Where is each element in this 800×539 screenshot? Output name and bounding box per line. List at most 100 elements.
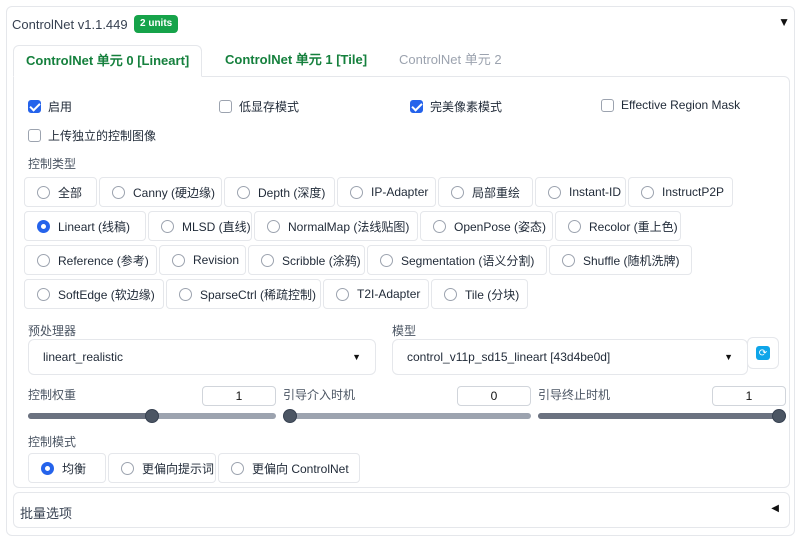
radio-selected-icon bbox=[37, 219, 50, 233]
control-type-label: 控制类型 bbox=[28, 157, 77, 171]
control-type-normalmap[interactable]: NormalMap (法线贴图) bbox=[254, 211, 418, 241]
radio-icon bbox=[37, 185, 50, 199]
radio-icon bbox=[641, 185, 654, 199]
checkbox-unchecked-icon bbox=[219, 100, 232, 113]
control-type-revision[interactable]: Revision bbox=[159, 245, 246, 275]
guidance-start-label: 引导介入时机 bbox=[283, 388, 356, 402]
radio-icon bbox=[37, 287, 50, 301]
tab-unit-2[interactable]: ControlNet 单元 2 bbox=[387, 45, 514, 77]
low-vram-checkbox[interactable]: 低显存模式 bbox=[219, 98, 299, 115]
slider-handle[interactable] bbox=[772, 409, 786, 423]
control-type-t2i-adapter[interactable]: T2I-Adapter bbox=[323, 279, 429, 309]
radio-icon bbox=[562, 253, 575, 267]
radio-icon bbox=[451, 185, 464, 199]
low-vram-label: 低显存模式 bbox=[239, 100, 300, 114]
control-mode-balanced[interactable]: 均衡 bbox=[28, 453, 106, 483]
control-type-tile[interactable]: Tile (分块) bbox=[431, 279, 528, 309]
tab-unit-0[interactable]: ControlNet 单元 0 [Lineart] bbox=[13, 45, 203, 77]
radio-icon bbox=[336, 287, 349, 301]
upload-independent-checkbox[interactable]: 上传独立的控制图像 bbox=[28, 127, 156, 144]
model-dropdown[interactable]: control_v11p_sd15_lineart [43d4be0d] ▼ bbox=[392, 339, 748, 375]
control-weight-slider[interactable] bbox=[28, 409, 276, 423]
radio-icon bbox=[237, 185, 250, 199]
checkbox-unchecked-icon bbox=[601, 98, 614, 112]
radio-selected-icon bbox=[41, 461, 54, 475]
radio-icon bbox=[172, 253, 185, 267]
model-value: control_v11p_sd15_lineart [43d4be0d] bbox=[407, 350, 611, 364]
batch-options-label: 批量选项 bbox=[20, 506, 73, 521]
control-weight-input[interactable]: 1 bbox=[202, 386, 276, 406]
unit-tabs: ControlNet 单元 0 [Lineart] ControlNet 单元 … bbox=[13, 45, 788, 77]
preprocessor-dropdown[interactable]: lineart_realistic ▼ bbox=[28, 339, 376, 375]
effective-region-mask-label: Effective Region Mask bbox=[621, 98, 741, 112]
control-type-mlsd[interactable]: MLSD (直线) bbox=[148, 211, 252, 241]
checkbox-unchecked-icon bbox=[28, 129, 41, 142]
control-type-recolor[interactable]: Recolor (重上色) bbox=[555, 211, 681, 241]
tab-unit-1[interactable]: ControlNet 单元 1 [Tile] bbox=[213, 45, 379, 77]
control-type-openpose[interactable]: OpenPose (姿态) bbox=[420, 211, 553, 241]
control-mode-prompt[interactable]: 更偏向提示词 bbox=[108, 453, 216, 483]
refresh-models-button[interactable]: ⟳ bbox=[747, 337, 779, 369]
radio-icon bbox=[380, 253, 393, 267]
triangle-down-icon[interactable]: ▼ bbox=[778, 15, 790, 29]
effective-region-mask-checkbox[interactable]: Effective Region Mask bbox=[601, 98, 740, 112]
control-type-scribble[interactable]: Scribble (涂鸦) bbox=[248, 245, 365, 275]
control-type-depth[interactable]: Depth (深度) bbox=[224, 177, 335, 207]
control-type-softedge[interactable]: SoftEdge (软边缘) bbox=[24, 279, 164, 309]
radio-icon bbox=[261, 253, 274, 267]
control-mode-label: 控制模式 bbox=[28, 435, 77, 449]
upload-independent-label: 上传独立的控制图像 bbox=[48, 129, 157, 143]
control-type-segmentation[interactable]: Segmentation (语义分割) bbox=[367, 245, 547, 275]
radio-icon bbox=[548, 185, 561, 199]
control-type-instructp2p[interactable]: InstructP2P bbox=[628, 177, 733, 207]
panel-header[interactable]: ControlNet v1.1.449 2 units ▼ bbox=[7, 7, 794, 41]
radio-icon bbox=[121, 461, 134, 475]
control-type-all[interactable]: 全部 bbox=[24, 177, 97, 207]
control-type-instant-id[interactable]: Instant-ID bbox=[535, 177, 626, 207]
slider-handle[interactable] bbox=[283, 409, 297, 423]
control-type-shuffle[interactable]: Shuffle (随机洗牌) bbox=[549, 245, 692, 275]
refresh-icon: ⟳ bbox=[756, 346, 770, 360]
preprocessor-value: lineart_realistic bbox=[43, 350, 124, 364]
radio-icon bbox=[179, 287, 192, 301]
units-badge: 2 units bbox=[134, 15, 179, 33]
radio-icon bbox=[161, 219, 174, 233]
control-weight-label: 控制权重 bbox=[28, 388, 77, 402]
enable-checkbox[interactable]: 启用 bbox=[28, 98, 72, 115]
radio-icon bbox=[231, 461, 244, 475]
chevron-down-icon: ▼ bbox=[352, 352, 361, 362]
slider-handle[interactable] bbox=[145, 409, 159, 423]
preprocessor-label: 预处理器 bbox=[28, 324, 77, 338]
control-type-lineart[interactable]: Lineart (线稿) bbox=[24, 211, 146, 241]
radio-icon bbox=[267, 219, 280, 233]
control-type-sparsectrl[interactable]: SparseCtrl (稀疏控制) bbox=[166, 279, 321, 309]
enable-label: 启用 bbox=[48, 100, 73, 114]
pixel-perfect-checkbox[interactable]: 完美像素模式 bbox=[410, 98, 502, 115]
control-mode-controlnet[interactable]: 更偏向 ControlNet bbox=[218, 453, 360, 483]
control-type-reference[interactable]: Reference (参考) bbox=[24, 245, 157, 275]
control-type-ip-adapter[interactable]: IP-Adapter bbox=[337, 177, 436, 207]
guidance-end-slider[interactable] bbox=[538, 409, 786, 423]
model-label: 模型 bbox=[392, 324, 417, 338]
checkbox-checked-icon bbox=[28, 100, 41, 113]
radio-icon bbox=[568, 219, 581, 233]
guidance-end-input[interactable]: 1 bbox=[712, 386, 786, 406]
batch-options-accordion[interactable]: 批量选项 ◀ bbox=[13, 492, 790, 528]
control-type-canny[interactable]: Canny (硬边缘) bbox=[99, 177, 222, 207]
checkbox-checked-icon bbox=[410, 100, 423, 113]
radio-icon bbox=[444, 287, 457, 301]
unit-settings: 启用 低显存模式 完美像素模式 Effective Region Mask 上传… bbox=[13, 76, 790, 488]
chevron-down-icon: ▼ bbox=[724, 352, 733, 362]
triangle-left-icon: ◀ bbox=[771, 503, 779, 514]
radio-icon bbox=[112, 185, 125, 199]
pixel-perfect-label: 完美像素模式 bbox=[430, 100, 503, 114]
controlnet-panel: ControlNet v1.1.449 2 units ▼ ControlNet… bbox=[6, 6, 795, 536]
radio-icon bbox=[37, 253, 50, 267]
guidance-start-input[interactable]: 0 bbox=[457, 386, 531, 406]
radio-icon bbox=[433, 219, 446, 233]
panel-title: ControlNet v1.1.449 bbox=[12, 17, 128, 32]
control-type-inpaint[interactable]: 局部重绘 bbox=[438, 177, 533, 207]
radio-icon bbox=[350, 185, 363, 199]
guidance-end-label: 引导终止时机 bbox=[538, 388, 611, 402]
guidance-start-slider[interactable] bbox=[283, 409, 531, 423]
